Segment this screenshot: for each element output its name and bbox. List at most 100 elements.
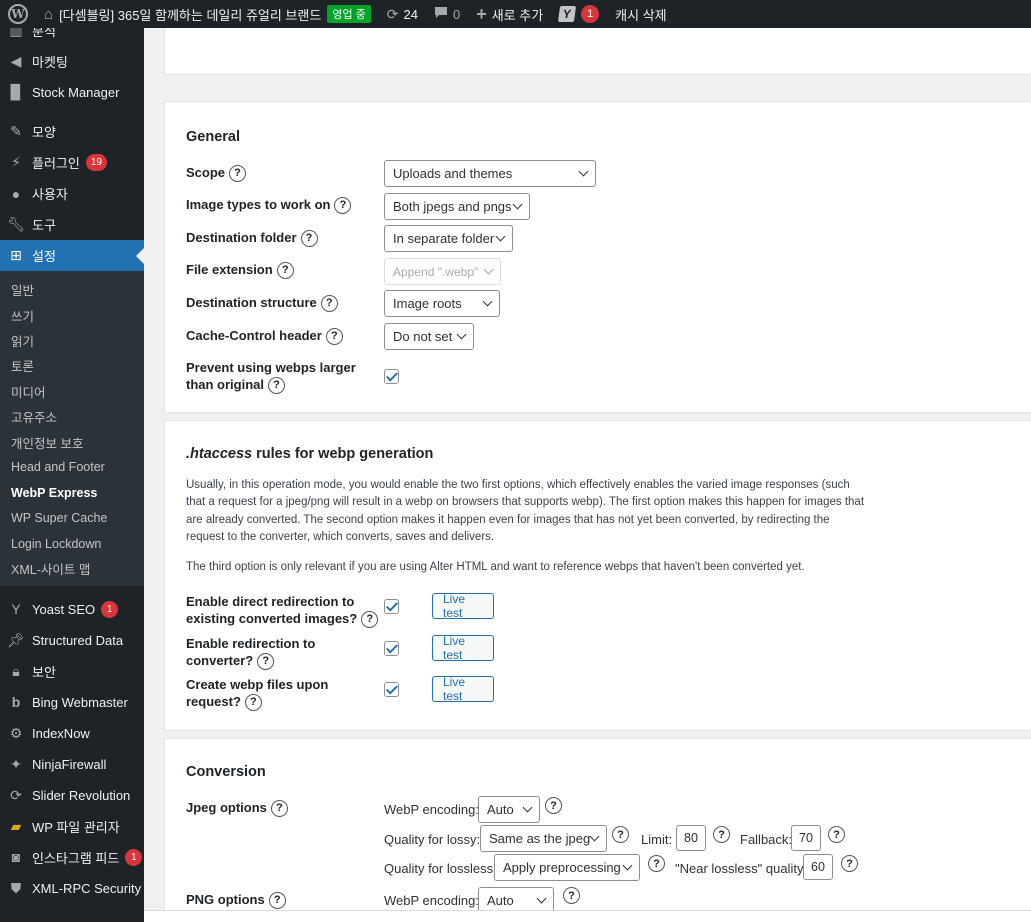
live-test-button-converter[interactable]: Live test: [432, 634, 494, 662]
delete-cache-button[interactable]: 캐시 삭제: [607, 0, 674, 28]
live-test-button-direct[interactable]: Live test: [432, 592, 494, 620]
sidebar-item-structured-data[interactable]: 📌︎ Structured Data: [0, 625, 144, 656]
help-icon[interactable]: ?: [648, 855, 665, 872]
help-icon[interactable]: ?: [276, 262, 294, 280]
help-icon[interactable]: ?: [270, 800, 288, 818]
help-icon[interactable]: ?: [268, 377, 285, 395]
submenu-item-login-lockdown[interactable]: Login Lockdown: [0, 531, 144, 556]
sidebar-item-slider-revolution[interactable]: ⟳ Slider Revolution: [0, 780, 144, 811]
sidebar-item-instagram-feed[interactable]: ◙ 인스타그램 피드 1: [0, 842, 144, 873]
destination-folder-select[interactable]: In separate folder: [384, 225, 513, 252]
quality-lossless-select[interactable]: Apply preprocessing: [494, 854, 640, 881]
help-icon[interactable]: ?: [545, 797, 562, 814]
help-icon[interactable]: ?: [713, 826, 730, 843]
limit-input[interactable]: 80: [676, 825, 706, 851]
quality-lossy-select[interactable]: Same as the jpeg: [480, 825, 607, 852]
live-status-badge: 영업 중: [327, 5, 371, 23]
submenu-item-general[interactable]: 일반: [0, 277, 144, 302]
wordpress-logo-icon: W: [8, 4, 28, 24]
sidebar-item-yoast-seo[interactable]: Y Yoast SEO 1: [0, 594, 144, 625]
updates-menu[interactable]: ⟳ 24: [379, 0, 426, 28]
destination-structure-select[interactable]: Image roots: [384, 290, 500, 317]
help-icon[interactable]: ?: [828, 826, 845, 843]
live-test-button-create[interactable]: Live test: [432, 675, 494, 703]
yoast-menu[interactable]: Y 1: [551, 0, 607, 28]
quality-lossless-label: Quality for lossless:: [384, 861, 497, 876]
help-icon[interactable]: ?: [612, 826, 629, 843]
sidebar-item-stock-manager[interactable]: ▉ Stock Manager: [0, 77, 144, 108]
htaccess-heading-em: .htaccess: [186, 446, 253, 462]
sidebar-item-label: Stock Manager: [32, 85, 120, 100]
sidebar-item-ninjafirewall[interactable]: ✦ NinjaFirewall: [0, 749, 144, 780]
sidebar-item-plugins[interactable]: ⚡ 플러그인 19: [0, 147, 144, 178]
chevron-down-icon: [536, 893, 547, 904]
sidebar-item-tools[interactable]: 🔧︎ 도구: [0, 209, 144, 240]
sidebar-item-appearance[interactable]: ✎ 모양: [0, 116, 144, 147]
help-icon[interactable]: ?: [300, 230, 318, 248]
create-on-request-checkbox[interactable]: [384, 682, 399, 697]
destination-structure-label: Destination structure?: [186, 294, 338, 313]
cache-control-label: Cache-Control header?: [186, 327, 343, 346]
create-on-request-label-line1: Create webp files upon: [186, 677, 329, 692]
new-content-menu[interactable]: + 새로 추가: [468, 0, 551, 28]
create-on-request-label: Create webp files upon request??: [186, 676, 329, 712]
help-icon[interactable]: ?: [334, 197, 352, 215]
help-icon[interactable]: ?: [244, 694, 262, 712]
chevron-down-icon: [495, 231, 506, 242]
help-icon[interactable]: ?: [841, 855, 858, 872]
sidebar-item-label: 사용자: [32, 187, 68, 202]
sidebar-item-label: 도구: [32, 218, 56, 233]
limit-label: Limit:: [641, 832, 673, 847]
image-types-select-value: Both jpegs and pngs: [393, 199, 512, 214]
lock-icon: 🔒︎: [12, 662, 20, 679]
fallback-input[interactable]: 70: [791, 825, 821, 851]
ninja-icon: ✦: [10, 755, 22, 772]
wp-logo-menu[interactable]: W: [0, 0, 36, 28]
sidebar-item-users[interactable]: ● 사용자: [0, 178, 144, 209]
help-icon[interactable]: ?: [229, 165, 247, 183]
cache-control-select[interactable]: Do not set: [384, 323, 474, 350]
camera-icon: ◙: [11, 849, 21, 866]
chevron-down-icon: [512, 199, 523, 210]
help-icon[interactable]: ?: [325, 328, 343, 346]
submenu-item-discussion[interactable]: 토론: [0, 353, 144, 378]
help-icon[interactable]: ?: [320, 295, 338, 313]
help-icon[interactable]: ?: [257, 653, 275, 671]
sidebar-item-indexnow[interactable]: ⚙ IndexNow: [0, 718, 144, 749]
scope-select[interactable]: Uploads and themes: [384, 160, 596, 187]
submenu-item-wp-super-cache[interactable]: WP Super Cache: [0, 506, 144, 531]
sidebar-item-wp-file-manager[interactable]: ▰ WP 파일 관리자: [0, 811, 144, 842]
submenu-item-webp-express[interactable]: WebP Express: [0, 480, 144, 505]
help-icon[interactable]: ?: [361, 611, 379, 629]
webp-encoding-select[interactable]: Auto: [478, 796, 540, 823]
image-types-select[interactable]: Both jpegs and pngs: [384, 193, 530, 220]
sidebar-item-label: 분석: [32, 28, 56, 39]
submenu-item-privacy[interactable]: 개인정보 보호: [0, 429, 144, 454]
destination-structure-label-text: Destination structure: [186, 295, 317, 310]
submenu-item-permalinks[interactable]: 고유주소: [0, 404, 144, 429]
help-icon[interactable]: ?: [268, 892, 286, 910]
help-icon[interactable]: ?: [563, 887, 580, 904]
sidebar-item-security[interactable]: 🔒︎ 보안: [0, 656, 144, 687]
prevent-larger-webps-checkbox[interactable]: [384, 369, 399, 384]
horizontal-scrollbar[interactable]: [144, 910, 1031, 922]
site-name-menu[interactable]: ⌂ [다셈블링] 365일 함께하는 데일리 쥬얼리 브랜드 영업 중: [36, 0, 379, 28]
submenu-item-writing[interactable]: 쓰기: [0, 302, 144, 327]
sidebar-item-settings[interactable]: ⊞ 설정: [0, 240, 144, 271]
submenu-item-media[interactable]: 미디어: [0, 379, 144, 404]
redirect-to-converter-checkbox[interactable]: [384, 641, 399, 656]
submenu-item-xml-sitemap[interactable]: XML-사이트 맵: [0, 556, 144, 581]
submenu-item-reading[interactable]: 읽기: [0, 328, 144, 353]
sidebar-item-bing-webmaster[interactable]: b Bing Webmaster: [0, 687, 144, 718]
quality-lossless-select-value: Apply preprocessing: [503, 860, 621, 875]
direct-redirection-checkbox[interactable]: [384, 599, 399, 614]
submenu-item-head-and-footer[interactable]: Head and Footer: [0, 455, 144, 480]
sidebar-item-label: 설정: [32, 249, 56, 264]
sidebar-item-marketing[interactable]: ◀ 마켓팅: [0, 46, 144, 77]
file-extension-select-value: Append ".webp": [393, 264, 479, 279]
comments-menu[interactable]: 0: [426, 0, 468, 28]
sidebar-item-xml-rpc-security[interactable]: ⛊ XML-RPC Security: [0, 873, 144, 904]
near-lossless-input[interactable]: 60: [803, 854, 833, 880]
pin-icon: 📌︎: [7, 631, 25, 648]
sidebar-item-analytics[interactable]: ▥ 분석: [0, 28, 144, 46]
